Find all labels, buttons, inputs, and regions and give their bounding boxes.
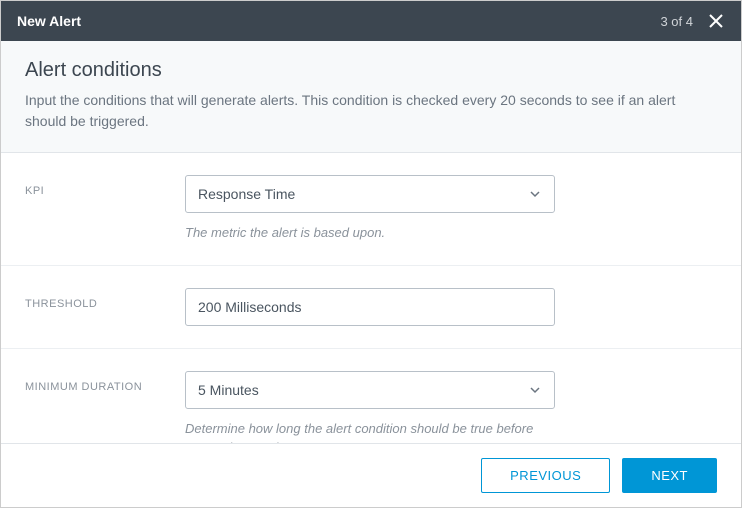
threshold-label: THRESHOLD [25, 288, 185, 310]
previous-button[interactable]: PREVIOUS [481, 458, 610, 493]
min-duration-select[interactable]: 5 Minutes [185, 371, 555, 409]
close-icon [708, 13, 724, 29]
dialog-header: New Alert 3 of 4 [1, 1, 741, 41]
section-title: Alert conditions [25, 59, 717, 82]
close-button[interactable] [707, 12, 725, 30]
kpi-select[interactable]: Response Time [185, 175, 555, 213]
kpi-label: KPI [25, 175, 185, 197]
threshold-row: THRESHOLD [1, 266, 741, 349]
chevron-down-icon [528, 187, 542, 201]
kpi-control-wrap: Response Time The metric the alert is ba… [185, 175, 555, 243]
min-duration-label: MINIMUM DURATION [25, 371, 185, 393]
kpi-help: The metric the alert is based upon. [185, 223, 555, 243]
dialog-footer: PREVIOUS NEXT [1, 443, 741, 507]
min-duration-value: 5 Minutes [198, 382, 259, 398]
chevron-down-icon [528, 383, 542, 397]
kpi-row: KPI Response Time The metric the alert i… [1, 153, 741, 266]
form-body: KPI Response Time The metric the alert i… [1, 153, 741, 480]
step-indicator: 3 of 4 [660, 14, 693, 29]
header-right: 3 of 4 [660, 12, 725, 30]
section-header: Alert conditions Input the conditions th… [1, 41, 741, 153]
threshold-control-wrap [185, 288, 555, 326]
dialog-title: New Alert [17, 13, 81, 29]
next-button[interactable]: NEXT [622, 458, 717, 493]
kpi-value: Response Time [198, 186, 295, 202]
section-description: Input the conditions that will generate … [25, 90, 717, 132]
threshold-input[interactable] [185, 288, 555, 326]
